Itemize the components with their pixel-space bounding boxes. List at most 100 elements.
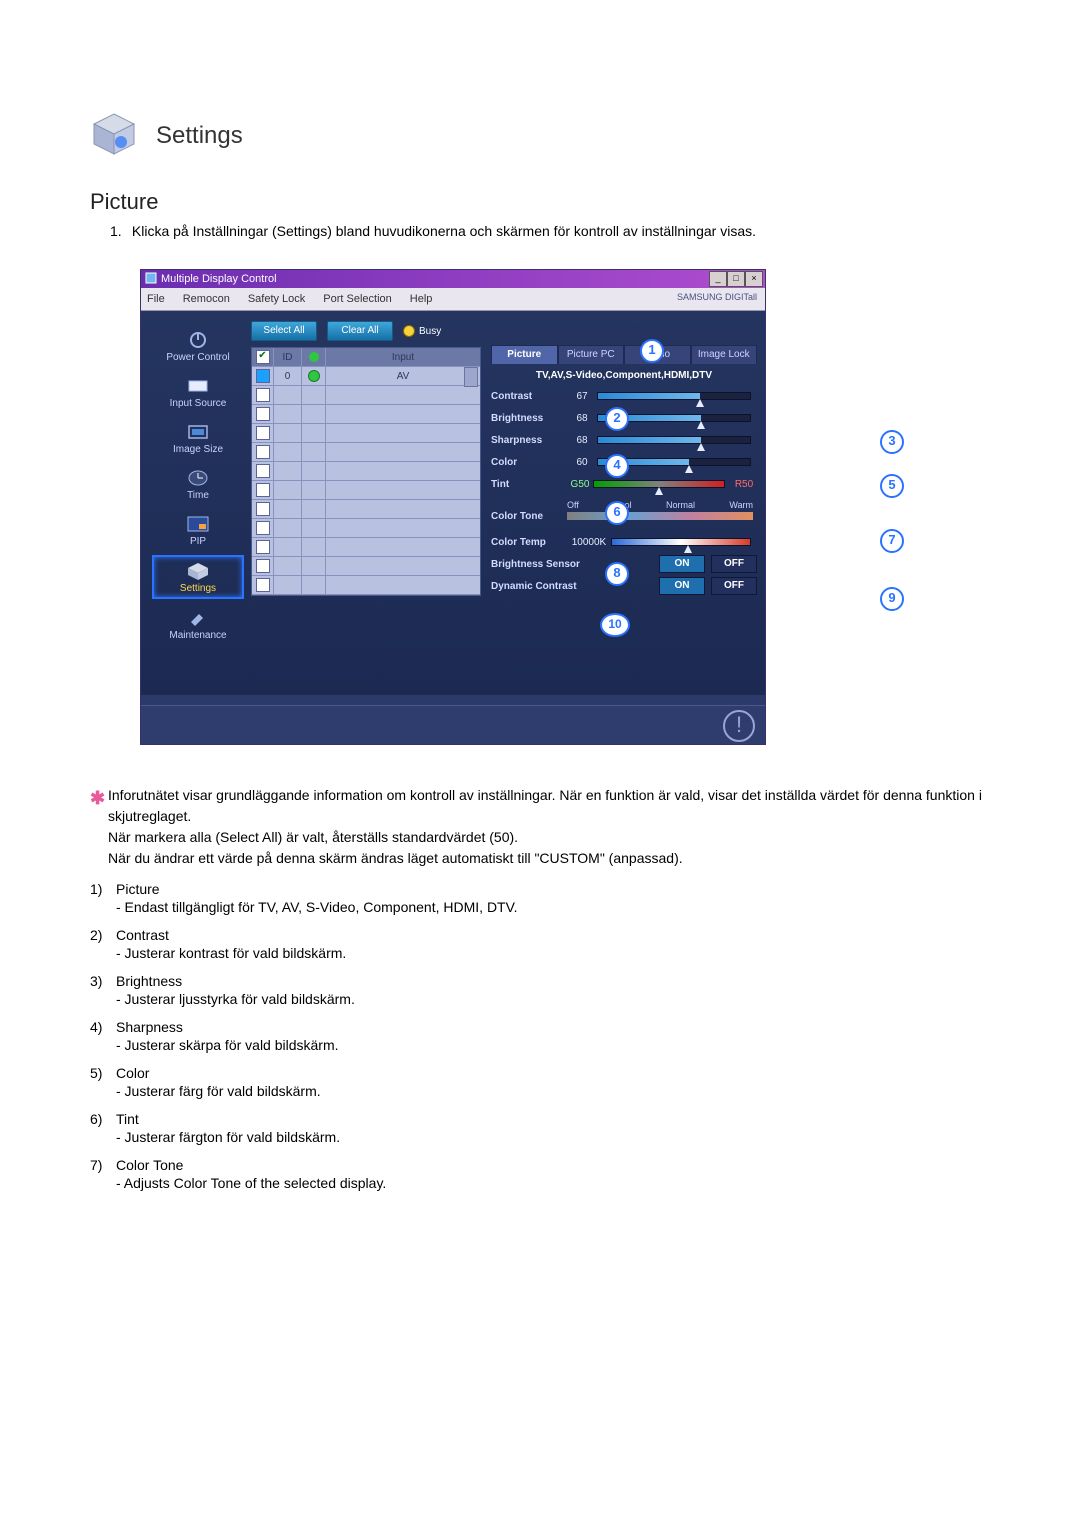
sidebar-item-time[interactable]: Time xyxy=(153,463,243,505)
color-temp-slider[interactable] xyxy=(611,538,751,546)
sidebar-item-input-source[interactable]: Input Source xyxy=(153,371,243,413)
sidebar-item-power-control[interactable]: Power Control xyxy=(153,325,243,367)
row-checkbox[interactable] xyxy=(256,521,270,535)
grid-header-input: Input xyxy=(326,348,480,366)
table-row[interactable] xyxy=(252,538,480,557)
row-input: AV xyxy=(326,367,480,385)
select-all-button[interactable]: Select All xyxy=(251,321,317,341)
center-column: Select All Clear All Busy ID Input xyxy=(251,321,481,681)
toggle-off[interactable]: OFF xyxy=(711,555,757,573)
row-checkbox[interactable] xyxy=(256,502,270,516)
tab-image-lock[interactable]: Image Lock xyxy=(691,345,758,364)
sidebar-item-settings[interactable]: Settings xyxy=(152,555,244,599)
tab-picture-pc[interactable]: Picture PC xyxy=(558,345,625,364)
table-row[interactable] xyxy=(252,386,480,405)
row-input xyxy=(326,443,480,461)
clear-all-button[interactable]: Clear All xyxy=(327,321,393,341)
grid-header-check xyxy=(252,348,274,366)
app-window: Multiple Display Control _ □ × File Remo… xyxy=(140,269,766,745)
tab-picture[interactable]: Picture xyxy=(491,345,558,364)
note-item: 1)Picture- Endast tillgängligt för TV, A… xyxy=(90,881,990,915)
toggle-off[interactable]: OFF xyxy=(711,577,757,595)
row-checkbox[interactable] xyxy=(256,464,270,478)
minimize-button[interactable]: _ xyxy=(709,271,727,287)
table-row[interactable] xyxy=(252,405,480,424)
menu-port-selection[interactable]: Port Selection xyxy=(323,293,391,305)
toggle-on[interactable]: ON xyxy=(659,555,705,573)
table-row[interactable] xyxy=(252,443,480,462)
row-status-led xyxy=(302,367,326,385)
menu-help[interactable]: Help xyxy=(410,293,433,305)
tint-slider[interactable] xyxy=(593,480,725,488)
row-id xyxy=(274,500,302,518)
row-checkbox[interactable] xyxy=(256,407,270,421)
menubar: File Remocon Safety Lock Port Selection … xyxy=(141,288,765,311)
row-id xyxy=(274,405,302,423)
row-status-led xyxy=(302,576,326,594)
maximize-button[interactable]: □ xyxy=(727,271,745,287)
status-strip: ! xyxy=(141,705,765,744)
row-checkbox[interactable] xyxy=(256,559,270,573)
row-checkbox[interactable] xyxy=(256,388,270,402)
close-button[interactable]: × xyxy=(745,271,763,287)
star-icon: ✱ xyxy=(90,785,108,812)
row-input xyxy=(326,538,480,556)
row-input xyxy=(326,481,480,499)
row-id xyxy=(274,519,302,537)
sidebar-item-image-size[interactable]: Image Size xyxy=(153,417,243,459)
row-id xyxy=(274,462,302,480)
sidebar: Power Control Input Source Image Size Ti… xyxy=(149,321,247,681)
row-checkbox[interactable] xyxy=(256,426,270,440)
table-row[interactable] xyxy=(252,424,480,443)
row-checkbox[interactable] xyxy=(256,540,270,554)
toggle-on[interactable]: ON xyxy=(659,577,705,595)
callout-4: 4 xyxy=(605,454,629,478)
section-title: Picture xyxy=(90,189,990,215)
row-id: 0 xyxy=(274,367,302,385)
callout-7: 7 xyxy=(880,529,904,553)
row-id xyxy=(274,424,302,442)
row-input xyxy=(326,405,480,423)
table-row[interactable] xyxy=(252,481,480,500)
settings-cube-icon xyxy=(90,110,138,161)
table-row[interactable] xyxy=(252,500,480,519)
row-checkbox[interactable] xyxy=(256,483,270,497)
window-title: Multiple Display Control xyxy=(161,273,277,285)
callout-6: 6 xyxy=(605,501,629,525)
callout-1: 1 xyxy=(640,339,664,363)
table-row[interactable] xyxy=(252,519,480,538)
callout-5: 5 xyxy=(880,474,904,498)
sharpness-slider[interactable] xyxy=(597,436,751,444)
table-row[interactable] xyxy=(252,557,480,576)
callout-10: 10 xyxy=(600,613,630,637)
row-input xyxy=(326,462,480,480)
row-status-led xyxy=(302,481,326,499)
menu-remocon[interactable]: Remocon xyxy=(183,293,230,305)
display-grid: ID Input 0AV xyxy=(251,347,481,596)
color-tone-slider[interactable]: Off Cool Normal Warm xyxy=(567,512,753,520)
row-input xyxy=(326,386,480,404)
menu-file[interactable]: File xyxy=(147,293,165,305)
menu-safety-lock[interactable]: Safety Lock xyxy=(248,293,305,305)
table-row[interactable]: 0 AV xyxy=(252,367,480,386)
row-input xyxy=(326,424,480,442)
sidebar-item-pip[interactable]: PIP xyxy=(153,509,243,551)
contrast-slider[interactable] xyxy=(597,392,751,400)
row-id xyxy=(274,386,302,404)
sidebar-item-maintenance[interactable]: Maintenance xyxy=(153,603,243,645)
pip-icon xyxy=(185,514,211,534)
table-row[interactable] xyxy=(252,576,480,595)
row-checkbox[interactable] xyxy=(256,369,270,383)
row-input xyxy=(326,519,480,537)
grid-header-led xyxy=(302,348,326,366)
brand-label: SAMSUNG DIGITall xyxy=(677,292,757,302)
color-temp-row: Color Temp 10000K xyxy=(491,531,757,553)
tint-row: Tint G50 R50 xyxy=(491,473,757,495)
settings-icon xyxy=(185,561,211,581)
row-checkbox[interactable] xyxy=(256,445,270,459)
row-checkbox[interactable] xyxy=(256,578,270,592)
page-heading: Settings xyxy=(156,122,243,150)
table-row[interactable] xyxy=(252,462,480,481)
row-status-led xyxy=(302,424,326,442)
scrollbar-stub[interactable] xyxy=(464,367,478,387)
